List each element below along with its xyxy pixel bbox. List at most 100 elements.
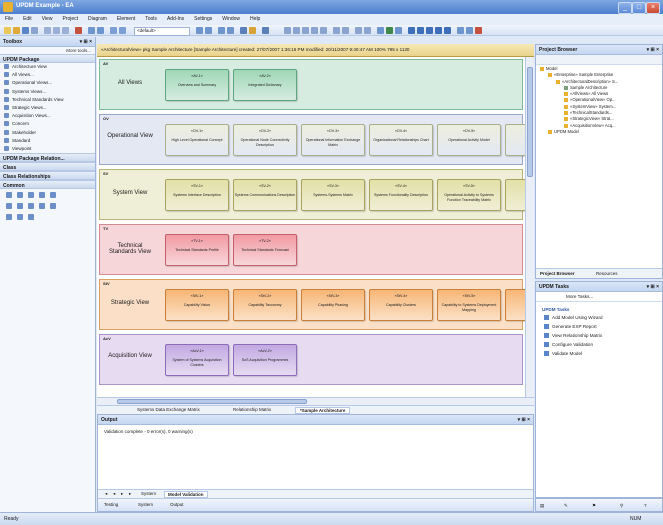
view-element[interactable]: «StV-5» Capability to Systems Deployment …: [437, 289, 501, 321]
toolbox-item[interactable]: All Views...: [0, 71, 95, 79]
view-element[interactable]: «OV-3» Operational Information Exchange M…: [301, 124, 365, 156]
lane-stv[interactable]: StV Strategic View «StV-1» Capability Visio…: [99, 279, 525, 330]
pane-controls[interactable]: ▾ ⊞ ×: [80, 39, 92, 45]
image-icon[interactable]: [50, 192, 56, 199]
validate-icon[interactable]: [386, 27, 393, 34]
view-element[interactable]: «OV-4» Organisational Relationships Chart: [369, 124, 433, 156]
properties-icon[interactable]: ▤: [540, 503, 544, 509]
close-button[interactable]: ×: [646, 2, 660, 14]
tab-sample-architecture[interactable]: *Sample Architecture: [295, 407, 351, 414]
note-icon[interactable]: [6, 192, 12, 199]
tab-system[interactable]: System: [138, 491, 159, 496]
toolbox-item[interactable]: Operational Views...: [0, 79, 95, 87]
zoom-icon[interactable]: [119, 27, 126, 34]
check-icon[interactable]: [466, 27, 473, 34]
menu-diagram[interactable]: Diagram: [83, 14, 112, 22]
menu-view[interactable]: View: [37, 14, 58, 22]
toolbox-group-updm-package-relations[interactable]: UPDM Package Relation...: [0, 153, 95, 163]
view-element[interactable]: «StV-6» Cap...: [505, 289, 525, 321]
delete-icon[interactable]: [75, 27, 82, 34]
more-tools-link[interactable]: More tools...: [0, 47, 95, 54]
view-element[interactable]: «StV-4» Capability Clusters: [369, 289, 433, 321]
realize-icon[interactable]: [6, 214, 12, 221]
view-element[interactable]: «SV-2» Systems Communications Description: [233, 179, 297, 211]
lane-sv[interactable]: SV System View «SV-1» Systems Interface Des…: [99, 169, 525, 220]
tab-system-output[interactable]: System: [138, 502, 153, 507]
align-center-icon[interactable]: [293, 27, 300, 34]
view-element[interactable]: «TV-1» Technical Standards Profile: [165, 234, 229, 266]
toolbox-item[interactable]: Architecture View: [0, 63, 95, 71]
find-icon[interactable]: [110, 27, 117, 34]
menu-edit[interactable]: Edit: [18, 14, 37, 22]
space-h-icon[interactable]: [355, 27, 362, 34]
line-icon[interactable]: [262, 27, 269, 34]
align-left-icon[interactable]: [284, 27, 291, 34]
help-icon[interactable]: ?: [644, 503, 647, 508]
trace-icon[interactable]: [50, 203, 56, 210]
zoom-100-icon[interactable]: [435, 27, 442, 34]
font-icon[interactable]: [240, 27, 247, 34]
tagged-values-icon[interactable]: ⚑: [592, 503, 596, 509]
view-element[interactable]: «StV-2» Capability Taxonomy: [233, 289, 297, 321]
lane-ov[interactable]: OV Operational View «OV-1» High Level Opera…: [99, 114, 525, 165]
scroll-thumb[interactable]: [527, 67, 533, 177]
toolbox-item[interactable]: Standard: [0, 137, 95, 145]
view-element[interactable]: «OV-2» Operational Node Connectivity Desc…: [233, 124, 297, 156]
align-bottom-icon[interactable]: [320, 27, 327, 34]
close-doc-icon[interactable]: [475, 27, 482, 34]
view-element[interactable]: «OV-1» High Level Operational Concept: [165, 124, 229, 156]
toolbox-item[interactable]: Viewpoint: [0, 145, 95, 153]
pane-controls[interactable]: ▾ ⊞ ×: [647, 47, 659, 53]
notes-icon[interactable]: ✎: [564, 503, 568, 509]
view-element[interactable]: «SV-4» Systems Functionality Description: [369, 179, 433, 211]
zoom-fit-icon[interactable]: [426, 27, 433, 34]
open-icon[interactable]: [13, 27, 20, 34]
print-icon[interactable]: [31, 27, 38, 34]
view-element[interactable]: «OV-5» Operational Activity Model: [437, 124, 501, 156]
task-validate-model[interactable]: Validate Model: [536, 351, 662, 360]
package-icon[interactable]: [6, 203, 12, 210]
menu-project[interactable]: Project: [57, 14, 83, 22]
lane-av[interactable]: AV All Views «AV-1» Overview and Summary «AV…: [99, 59, 523, 110]
boundary-icon[interactable]: [28, 192, 34, 199]
toolbox-item[interactable]: Systems Views...: [0, 88, 95, 96]
view-element[interactable]: «AV-2» Integrated Dictionary: [233, 69, 297, 101]
toolbox-group-class[interactable]: Class: [0, 162, 95, 172]
view-element[interactable]: «AV-1» Overview and Summary: [165, 69, 229, 101]
hyperlink-icon[interactable]: [39, 192, 45, 199]
tree-node[interactable]: UPDM Model: [536, 129, 662, 135]
connector-icon[interactable]: [28, 214, 34, 221]
more-tasks-link[interactable]: More Tasks...: [536, 292, 662, 302]
tab-project-browser[interactable]: Project Browser: [540, 271, 575, 276]
tab-relationship-matrix[interactable]: Relationship Matrix: [229, 407, 275, 412]
toolbox-item[interactable]: Acquisition Views...: [0, 112, 95, 120]
layout-icon[interactable]: [205, 27, 212, 34]
view-element[interactable]: «AcV-1» System of Systems Acquisition Clu…: [165, 344, 229, 376]
view-element[interactable]: «SV-5» Operational Activity to Systems Fu…: [437, 179, 501, 211]
matrix-icon[interactable]: [395, 27, 402, 34]
folder-icon[interactable]: [17, 203, 23, 210]
menu-settings[interactable]: Settings: [189, 14, 217, 22]
maximize-button[interactable]: □: [632, 2, 646, 14]
view-element[interactable]: «SV-3» Systems-Systems Matrix: [301, 179, 365, 211]
text-icon[interactable]: [17, 192, 23, 199]
view-element[interactable]: «TV-2» Technical Standards Forecast: [233, 234, 297, 266]
task-generate-report[interactable]: Generate EXP Report: [536, 324, 662, 333]
align-icon[interactable]: [196, 27, 203, 34]
view-element[interactable]: «SV-6» Syste...: [505, 179, 525, 211]
paste-icon[interactable]: [62, 27, 69, 34]
toolbox-item[interactable]: Strategic Views...: [0, 104, 95, 112]
minimize-button[interactable]: _: [618, 2, 632, 14]
view-element[interactable]: «StV-1» Capability Vision: [165, 289, 229, 321]
align-top-icon[interactable]: [311, 27, 318, 34]
align-right-icon[interactable]: [302, 27, 309, 34]
zoom-out-icon[interactable]: [417, 27, 424, 34]
zoom-page-icon[interactable]: [444, 27, 451, 34]
grid-icon[interactable]: [218, 27, 225, 34]
toolbox-item[interactable]: Stakeholder: [0, 129, 95, 137]
view-element[interactable]: «OV-6» Op... Eve...: [505, 124, 525, 156]
redo-icon[interactable]: [97, 27, 104, 34]
cut-icon[interactable]: [44, 27, 51, 34]
tab-resources[interactable]: Resources: [596, 271, 618, 276]
task-view-matrix[interactable]: View Relationship Matrix: [536, 333, 662, 342]
